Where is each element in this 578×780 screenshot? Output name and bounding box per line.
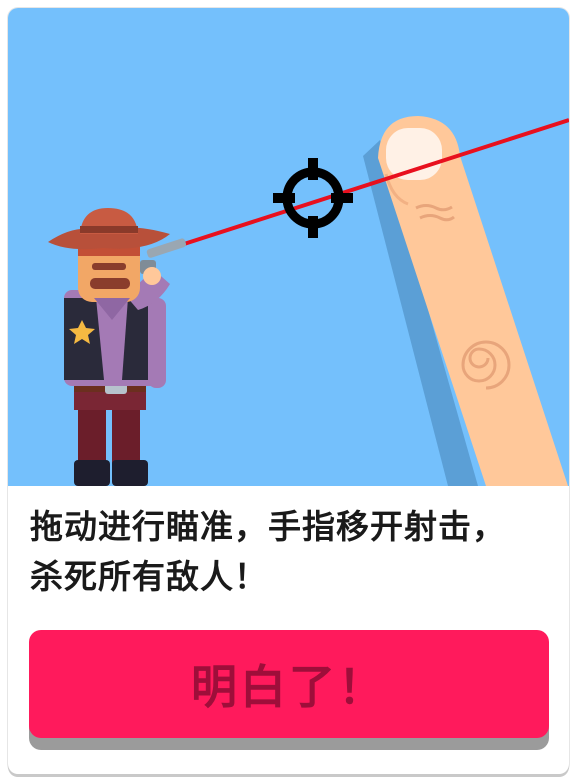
crosshair-icon xyxy=(273,158,353,238)
instruction-text: 拖动进行瞄准，手指移开射击， 杀死所有敌人！ xyxy=(30,502,555,602)
instruction-line-2: 杀死所有敌人！ xyxy=(30,557,268,596)
cowboy-enemy xyxy=(48,208,187,486)
tutorial-illustration xyxy=(8,8,569,486)
instruction-line-1: 拖动进行瞄准，手指移开射击， xyxy=(30,507,506,546)
got-it-button[interactable]: 明白了！ xyxy=(29,630,549,738)
aim-laser-line xyxy=(183,118,569,246)
tutorial-dialog: 拖动进行瞄准，手指移开射击， 杀死所有敌人！ 明白了！ xyxy=(8,8,569,774)
confirm-button-container: 明白了！ xyxy=(29,630,549,750)
got-it-button-label: 明白了！ xyxy=(191,660,387,714)
aim-illustration xyxy=(48,116,569,486)
